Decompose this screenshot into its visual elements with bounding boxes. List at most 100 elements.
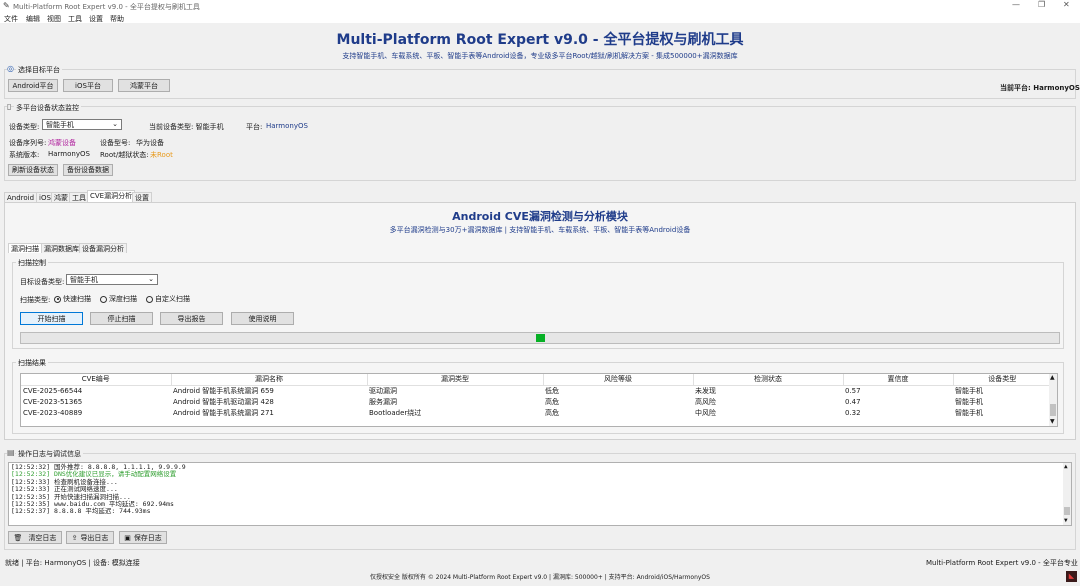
radio-off-icon	[146, 295, 153, 303]
serial-value: 鸿蒙设备	[48, 139, 76, 147]
table-row[interactable]: CVE-2023-40889 Android 智能手机系统漏洞 271 Boot…	[21, 407, 1051, 418]
col-vuln-name[interactable]: 漏洞名称	[171, 374, 368, 386]
device-type-value: 智能手机	[46, 120, 74, 129]
ios-platform-button[interactable]: iOS平台	[63, 79, 113, 92]
results-table: CVE编号 漏洞名称 漏洞类型 风险等级 检测状态 置信度 设备类型 CVE-2…	[21, 374, 1051, 418]
target-icon: ◎	[7, 64, 14, 73]
scroll-thumb[interactable]	[1050, 404, 1056, 416]
col-vuln-type[interactable]: 漏洞类型	[367, 374, 544, 386]
log-group-title: 操作日志与调试信息	[16, 449, 83, 459]
harmony-platform-button[interactable]: 鸿蒙平台	[118, 79, 170, 92]
col-risk-level[interactable]: 风险等级	[543, 374, 694, 386]
radio-on-icon	[54, 295, 61, 303]
export-log-button[interactable]: ⇪ 导出日志	[66, 531, 114, 544]
cve-subtitle: 多平台漏洞检测与30万+漏洞数据库 | 支持智能手机、车载系统、平板、智能手表等…	[389, 226, 691, 234]
menu-view[interactable]: 视图	[47, 14, 61, 24]
subtab-device-analysis[interactable]: 设备漏洞分析	[79, 243, 127, 253]
platform-group-title: 选择目标平台	[16, 65, 62, 75]
target-device-select[interactable]: 智能手机 ⌄	[66, 274, 158, 285]
scan-results-title: 扫描结果	[16, 358, 48, 368]
start-scan-button[interactable]: 开始扫描	[20, 312, 83, 325]
monitor-icon: ▯	[7, 102, 12, 111]
stop-scan-button[interactable]: 停止扫描	[90, 312, 153, 325]
target-device-value: 智能手机	[70, 275, 98, 284]
chevron-down-icon: ⌄	[112, 120, 118, 128]
device-monitor-group	[4, 106, 1076, 181]
device-monitor-title: 多平台设备状态监控	[14, 103, 81, 113]
cell-device-type: 智能手机	[955, 408, 983, 417]
backup-device-button[interactable]: 备份设备数据	[63, 164, 113, 176]
cell-cve-id: CVE-2023-40889	[23, 408, 83, 417]
radio-quick-scan[interactable]: 快速扫描	[54, 294, 91, 304]
radio-custom-scan[interactable]: 自定义扫描	[146, 294, 190, 304]
target-device-label: 目标设备类型:	[20, 278, 65, 286]
log-scrollbar[interactable]: ▲ ▼	[1063, 463, 1071, 525]
footer-text: 仅授权安全 版权所有 © 2024 Multi-Platform Root Ex…	[370, 574, 710, 581]
usage-guide-button[interactable]: 使用说明	[231, 312, 294, 325]
log-line: [12:52:33] 检查刷机设备连接...	[11, 477, 118, 486]
current-platform: 当前平台: HarmonyOS	[1000, 84, 1080, 92]
cell-vuln-name: Android 智能手机驱动漏洞 428	[173, 397, 274, 406]
col-cve-id[interactable]: CVE编号	[21, 374, 172, 386]
scroll-up-icon[interactable]: ▲	[1050, 374, 1055, 381]
menu-settings[interactable]: 设置	[89, 14, 103, 24]
tab-tools[interactable]: 工具	[69, 192, 89, 202]
chevron-down-icon: ⌄	[148, 275, 154, 283]
tray-app-icon[interactable]: ◣	[1066, 571, 1077, 582]
maximize-icon[interactable]: ❐	[1038, 0, 1045, 9]
root-label: Root/越狱状态:	[100, 151, 149, 159]
status-left: 就绪 | 平台: HarmonyOS | 设备: 模拟连接	[5, 559, 140, 567]
tab-android[interactable]: Android	[4, 192, 38, 202]
radio-deep-scan[interactable]: 深度扫描	[100, 294, 137, 304]
export-report-button[interactable]: 导出报告	[160, 312, 223, 325]
log-line: [12:52:33] 正在测试网络速度...	[11, 485, 118, 494]
clear-log-button[interactable]: 🗑 清空日志	[8, 531, 62, 544]
menu-help[interactable]: 帮助	[110, 14, 124, 24]
results-scrollbar[interactable]: ▲ ▼	[1049, 374, 1057, 426]
menu-tools[interactable]: 工具	[68, 14, 82, 24]
cell-risk-level: 高危	[545, 408, 559, 417]
cell-device-type: 智能手机	[955, 397, 983, 406]
log-output[interactable]: [12:52:32] 国外推荐: 8.8.8.8, 1.1.1.1, 9.9.9…	[8, 462, 1072, 526]
cell-detect-status: 中风险	[695, 408, 716, 417]
tab-settings[interactable]: 设置	[132, 192, 152, 202]
scroll-down-icon[interactable]: ▼	[1050, 418, 1055, 425]
close-icon[interactable]: ✕	[1063, 0, 1070, 9]
scroll-thumb[interactable]	[1064, 507, 1070, 515]
tab-cve[interactable]: CVE漏洞分析	[87, 190, 136, 202]
scan-type-label: 扫描类型:	[20, 296, 51, 304]
device-type-label: 设备类型:	[9, 123, 40, 131]
cell-confidence: 0.47	[845, 397, 861, 406]
subtab-scan[interactable]: 漏洞扫描	[8, 243, 42, 253]
menu-bar: 文件 编辑 视图 工具 设置 帮助	[0, 12, 1080, 23]
log-icon: ▤	[7, 448, 15, 457]
save-log-button[interactable]: ▣ 保存日志	[119, 531, 167, 544]
scroll-up-icon[interactable]: ▲	[1064, 463, 1068, 470]
col-confidence[interactable]: 置信度	[843, 374, 954, 386]
subtab-database[interactable]: 漏洞数据库	[41, 243, 82, 253]
scan-control-title: 扫描控制	[16, 258, 48, 268]
device-type-select[interactable]: 智能手机 ⌄	[42, 119, 122, 130]
refresh-device-button[interactable]: 刷新设备状态	[8, 164, 58, 176]
cell-vuln-type: Bootloader绕过	[369, 408, 422, 417]
cell-device-type: 智能手机	[955, 386, 983, 395]
tab-harmony[interactable]: 鸿蒙	[51, 192, 71, 202]
platform-label: 平台:	[246, 123, 263, 131]
window-title: Multi-Platform Root Expert v9.0 - 全平台提权与…	[13, 3, 200, 11]
minimize-icon[interactable]: —	[1012, 0, 1020, 9]
android-platform-button[interactable]: Android平台	[8, 79, 58, 92]
table-row[interactable]: CVE-2023-51365 Android 智能手机驱动漏洞 428 服务漏洞…	[21, 396, 1051, 407]
cell-detect-status: 未发现	[695, 386, 716, 395]
cell-confidence: 0.57	[845, 386, 861, 395]
cve-title: Android CVE漏洞检测与分析模块	[452, 210, 628, 223]
scroll-down-icon[interactable]: ▼	[1064, 517, 1068, 524]
table-row[interactable]: CVE-2025-66544 Android 智能手机系统漏洞 659 驱动漏洞…	[21, 385, 1051, 396]
menu-file[interactable]: 文件	[4, 14, 18, 24]
progress-indicator	[536, 334, 545, 342]
cell-confidence: 0.32	[845, 408, 861, 417]
header-subtitle: 支持智能手机、车载系统、平板、智能手表等Android设备，专业级多平台Root…	[342, 52, 738, 60]
menu-edit[interactable]: 编辑	[26, 14, 40, 24]
col-device-type[interactable]: 设备类型	[953, 374, 1051, 386]
clear-log-label: 清空日志	[28, 533, 57, 542]
col-detect-status[interactable]: 检测状态	[693, 374, 844, 386]
